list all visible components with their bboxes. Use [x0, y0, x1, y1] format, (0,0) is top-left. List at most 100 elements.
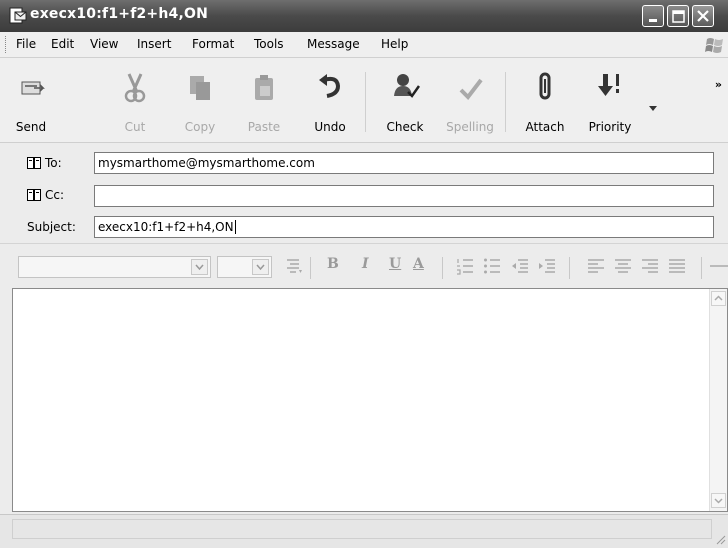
message-icon — [9, 7, 27, 24]
resize-grip-icon[interactable] — [714, 533, 726, 545]
menu-file[interactable]: File — [16, 37, 36, 51]
cut-label: Cut — [124, 120, 146, 134]
menu-view[interactable]: View — [90, 37, 118, 51]
subject-field[interactable]: execx10:f1+f2+h4,ON — [94, 216, 714, 238]
close-button[interactable] — [692, 5, 714, 27]
paste-icon — [255, 75, 273, 100]
address-book-icon — [27, 157, 41, 169]
copy-label: Copy — [184, 120, 216, 134]
cc-label-button[interactable]: Cc: — [27, 188, 64, 202]
window-title: execx10:f1+f2+h4,ON — [30, 6, 209, 22]
send-label: Send — [15, 120, 47, 134]
chevron-down-icon — [195, 264, 204, 271]
subject-text: execx10:f1+f2+h4,ON — [98, 220, 234, 234]
cut-button[interactable]: Cut — [106, 66, 164, 136]
scroll-up-button[interactable] — [711, 291, 726, 306]
check-label: Check — [386, 120, 424, 134]
underline-button[interactable]: U — [389, 256, 401, 272]
to-field[interactable]: mysmarthome@mysmarthome.com — [94, 152, 714, 174]
paste-label: Paste — [247, 120, 281, 134]
address-book-icon — [27, 189, 41, 201]
font-name-select[interactable] — [18, 256, 211, 278]
cc-label: Cc: — [45, 188, 65, 202]
priority-dropdown-icon[interactable] — [649, 106, 657, 112]
justify-icon[interactable] — [667, 256, 687, 276]
font-size-select[interactable] — [217, 256, 272, 278]
menu-format[interactable]: Format — [192, 37, 234, 51]
subject-label: Subject: — [27, 220, 76, 234]
priority-label: Priority — [588, 120, 632, 134]
chevron-up-icon — [714, 295, 723, 301]
spelling-button[interactable]: Spelling — [441, 66, 499, 136]
title-bar: execx10:f1+f2+h4,ON — [0, 0, 728, 32]
spelling-check-icon — [459, 78, 483, 101]
decrease-indent-icon[interactable] — [510, 256, 530, 276]
size-dropdown-arrow[interactable] — [252, 259, 269, 275]
format-separator — [310, 257, 311, 279]
menu-edit[interactable]: Edit — [51, 37, 74, 51]
minimize-button[interactable] — [642, 5, 664, 27]
undo-icon — [319, 74, 341, 98]
horizontal-line-icon[interactable] — [708, 256, 728, 276]
chevron-down-icon — [714, 498, 723, 504]
send-button[interactable]: Send — [2, 66, 60, 136]
close-icon — [697, 10, 709, 22]
formatting-toolbar: B I U A — [0, 243, 728, 286]
bold-button[interactable]: B — [327, 256, 339, 272]
to-label: To: — [45, 156, 62, 170]
maximize-icon — [672, 10, 685, 23]
status-bar — [0, 514, 728, 548]
message-body[interactable] — [12, 288, 728, 512]
copy-button[interactable]: Copy — [171, 66, 229, 136]
check-names-button[interactable]: Check — [376, 66, 434, 136]
toolbar-overflow-button[interactable]: » — [715, 78, 722, 91]
scissors-icon — [124, 73, 146, 103]
windows-logo-icon — [705, 38, 723, 53]
send-icon — [21, 81, 45, 95]
chevron-down-icon — [256, 264, 265, 271]
toolbar-separator — [365, 72, 366, 132]
status-pane — [12, 519, 712, 539]
undo-button[interactable]: Undo — [301, 66, 359, 136]
menu-bar: File Edit View Insert Format Tools Messa… — [0, 32, 728, 58]
compose-window: execx10:f1+f2+h4,ON File Edit View Inser… — [0, 0, 728, 548]
menu-message[interactable]: Message — [307, 37, 360, 51]
check-names-icon — [394, 74, 420, 98]
attach-button[interactable]: Attach — [516, 66, 574, 136]
maximize-button[interactable] — [667, 5, 689, 27]
scroll-down-button[interactable] — [711, 493, 726, 508]
paperclip-icon — [539, 72, 551, 100]
align-left-icon[interactable] — [586, 256, 606, 276]
font-dropdown-arrow[interactable] — [191, 259, 208, 275]
paragraph-style-icon[interactable] — [284, 256, 304, 276]
menu-tools[interactable]: Tools — [254, 37, 284, 51]
bullet-list-icon[interactable] — [482, 256, 502, 276]
increase-indent-icon[interactable] — [537, 256, 557, 276]
priority-button[interactable]: Priority — [581, 66, 639, 136]
align-center-icon[interactable] — [613, 256, 633, 276]
spelling-label: Spelling — [446, 120, 494, 134]
align-right-icon[interactable] — [640, 256, 660, 276]
message-header: To: mysmarthome@mysmarthome.com Cc: Subj… — [0, 143, 728, 243]
cc-field[interactable] — [94, 185, 714, 207]
attach-label: Attach — [525, 120, 565, 134]
format-separator — [442, 257, 443, 279]
menu-help[interactable]: Help — [381, 37, 408, 51]
minimize-icon — [649, 19, 657, 22]
format-separator — [569, 257, 570, 279]
menu-insert[interactable]: Insert — [137, 37, 171, 51]
numbered-list-icon[interactable] — [455, 256, 475, 276]
priority-icon — [598, 74, 619, 96]
to-label-button[interactable]: To: — [27, 156, 62, 170]
format-separator — [701, 257, 702, 279]
copy-icon — [190, 76, 210, 100]
toolbar-separator — [505, 72, 506, 132]
main-toolbar: Send Cut Copy Paste Undo Check Spelling … — [0, 58, 728, 143]
font-color-button[interactable]: A — [413, 256, 424, 272]
vertical-scrollbar[interactable] — [709, 289, 727, 511]
italic-button[interactable]: I — [362, 256, 369, 272]
text-caret — [234, 220, 236, 234]
paste-button[interactable]: Paste — [235, 66, 293, 136]
undo-label: Undo — [314, 120, 346, 134]
menubar-grip[interactable] — [5, 36, 9, 53]
